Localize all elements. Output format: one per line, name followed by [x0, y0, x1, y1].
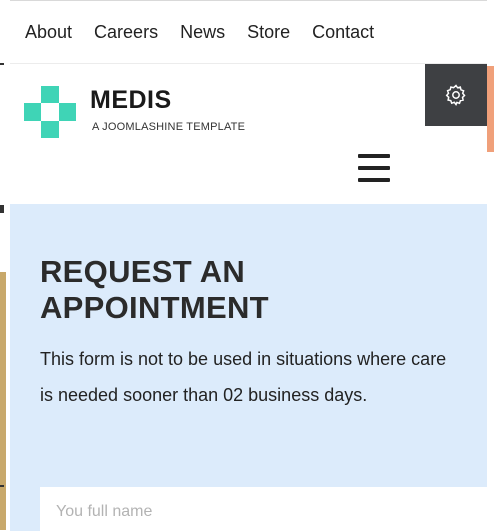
gear-icon [445, 84, 466, 106]
nav-link-contact[interactable]: Contact [312, 22, 374, 43]
top-navigation: About Careers News Store Contact [10, 1, 487, 64]
logo-cross-icon[interactable] [24, 86, 76, 138]
site-frame: About Careers News Store Contact MEDIS A… [10, 0, 487, 531]
brand-title[interactable]: MEDIS [90, 86, 172, 115]
nav-link-about[interactable]: About [25, 22, 72, 43]
edge-accent [487, 66, 494, 152]
page-edge-right [487, 0, 494, 530]
appointment-panel: REQUEST AN APPOINTMENT This form is not … [10, 204, 487, 531]
edge-mark [0, 205, 4, 213]
brand-subtitle: A JOOMLASHINE TEMPLATE [92, 121, 246, 133]
edge-mark [0, 485, 4, 487]
edge-mark [0, 63, 4, 65]
hamburger-menu-icon [358, 154, 390, 158]
menu-toggle-button[interactable] [358, 154, 390, 182]
edge-strip [0, 272, 6, 530]
settings-button[interactable] [425, 64, 487, 126]
appointment-description: This form is not to be used in situation… [40, 349, 447, 405]
full-name-input[interactable] [40, 487, 487, 531]
nav-link-careers[interactable]: Careers [94, 22, 158, 43]
site-header: MEDIS A JOOMLASHINE TEMPLATE [10, 64, 487, 204]
page-edge-left [0, 0, 10, 530]
nav-link-store[interactable]: Store [247, 22, 290, 43]
appointment-title: REQUEST AN APPOINTMENT [40, 254, 269, 325]
nav-link-news[interactable]: News [180, 22, 225, 43]
